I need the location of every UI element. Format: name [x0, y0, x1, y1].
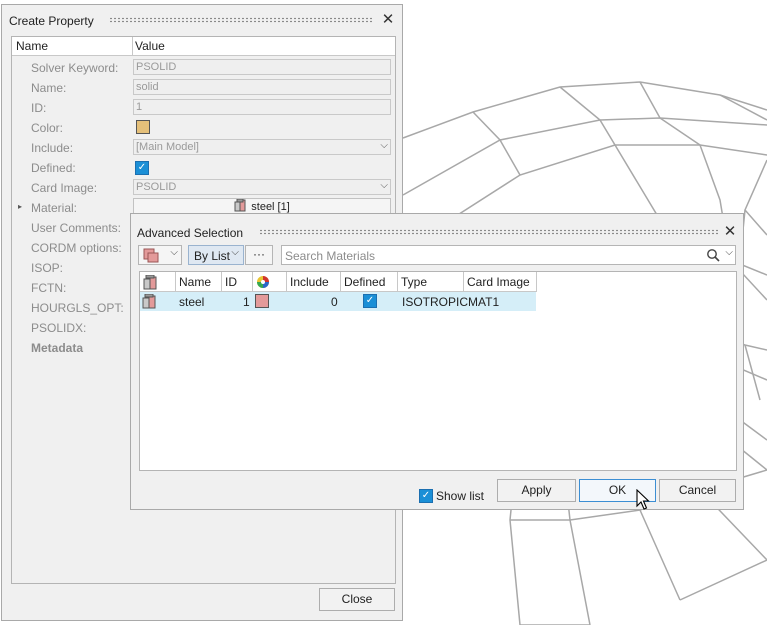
card-image-select[interactable]: PSOLID ⌵ — [133, 179, 391, 195]
label-card-image: Card Image: — [31, 181, 98, 195]
cell-include: 0 — [331, 295, 338, 309]
cell-id: 1 — [243, 295, 250, 309]
label-user-comments: User Comments: — [31, 221, 122, 235]
material-value: steel [1] — [251, 201, 290, 213]
column-header-defined[interactable]: Defined — [341, 272, 398, 292]
label-name: Name: — [31, 81, 67, 95]
close-button[interactable]: Close — [319, 588, 395, 611]
column-header-name[interactable]: Name — [176, 272, 222, 292]
search-input[interactable]: Search Materials ⌵ — [281, 245, 736, 265]
label-id: ID: — [31, 101, 47, 115]
material-icon — [142, 294, 156, 309]
row-id: ID: 1 — [12, 98, 395, 118]
close-icon[interactable]: ✕ — [723, 224, 737, 239]
row-name: Name: solid — [12, 78, 395, 98]
selection-mode-value: By List — [194, 249, 231, 263]
defined-checkbox[interactable]: ✓ — [135, 161, 149, 175]
material-icon — [234, 198, 246, 212]
dialog-title: Create Property — [9, 14, 94, 28]
entity-type-dropdown[interactable]: ⌵ — [138, 245, 182, 265]
material-icon — [143, 248, 159, 263]
card-image-value: PSOLID — [136, 181, 177, 193]
cell-color-swatch — [255, 294, 269, 308]
chevron-down-icon: ⌵ — [380, 140, 388, 151]
title-drag-grip[interactable] — [259, 229, 719, 235]
include-select[interactable]: [Main Model] ⌵ — [133, 139, 391, 155]
dialog-title: Advanced Selection — [137, 226, 244, 240]
label-solver-keyword: Solver Keyword: — [31, 61, 119, 75]
cell-name: steel — [179, 295, 205, 309]
column-header-color[interactable] — [253, 272, 287, 292]
row-solver-keyword: Solver Keyword: PSOLID — [12, 58, 395, 78]
label-fctn: FCTN: — [31, 281, 67, 295]
chevron-down-icon: ⌵ — [380, 180, 388, 191]
column-header-type[interactable]: Type — [398, 272, 464, 292]
label-defined: Defined: — [31, 161, 76, 175]
materials-table: Name ID Include Defined Type Card Image … — [139, 271, 737, 471]
label-psolidx: PSOLIDX: — [31, 321, 87, 335]
search-placeholder: Search Materials — [285, 249, 376, 263]
row-defined: Defined: ✓ — [12, 158, 395, 178]
label-metadata: Metadata — [31, 341, 84, 355]
selection-mode-dropdown[interactable]: By List ⌵ — [188, 245, 244, 265]
label-hourgls-opt: HOURGLS_OPT: — [31, 301, 124, 315]
search-icon[interactable] — [706, 248, 720, 262]
chevron-down-icon: ⌵ — [170, 247, 178, 258]
apply-button[interactable]: Apply — [497, 479, 576, 502]
show-list-label[interactable]: Show list — [436, 489, 484, 503]
column-header-icon[interactable] — [140, 272, 176, 292]
column-header-card-image[interactable]: Card Image — [464, 272, 537, 292]
label-material: Material: — [31, 201, 78, 215]
column-header-name[interactable]: Name — [16, 39, 48, 53]
show-list-checkbox[interactable]: ✓ — [419, 489, 433, 503]
title-drag-grip[interactable] — [109, 17, 374, 23]
chevron-down-icon[interactable]: ⌵ — [725, 247, 733, 258]
table-row[interactable]: steel 1 0 ✓ ISOTROPIC MAT1 — [140, 292, 536, 311]
cell-defined-checkbox[interactable]: ✓ — [363, 294, 377, 308]
include-value: [Main Model] — [136, 141, 199, 153]
advanced-selection-dialog: Advanced Selection ✕ ⌵ By List ⌵ ··· Sea… — [130, 213, 744, 510]
label-include: Include: — [31, 141, 74, 155]
close-icon[interactable]: ✕ — [381, 12, 395, 27]
mouse-cursor-icon — [636, 489, 650, 510]
label-isop: ISOP: — [31, 261, 64, 275]
chevron-down-icon: ⌵ — [231, 247, 239, 258]
color-swatch[interactable] — [136, 120, 150, 134]
column-header-include[interactable]: Include — [287, 272, 341, 292]
solver-keyword-field: PSOLID — [133, 59, 391, 75]
color-wheel-icon — [257, 276, 269, 288]
label-color: Color: — [31, 121, 64, 135]
more-options-button[interactable]: ··· — [245, 245, 273, 265]
expand-arrow-icon[interactable]: ▸ — [18, 202, 22, 211]
id-field[interactable]: 1 — [133, 99, 391, 115]
name-field[interactable]: solid — [133, 79, 391, 95]
cell-card-image: MAT1 — [468, 295, 500, 309]
column-header-id[interactable]: ID — [222, 272, 253, 292]
cancel-button[interactable]: Cancel — [659, 479, 736, 502]
column-header-value[interactable]: Value — [135, 39, 165, 53]
row-color: Color: — [12, 118, 395, 138]
grid-header: Name Value — [12, 37, 395, 56]
label-cordm-options: CORDM options: — [31, 241, 122, 255]
cell-type: ISOTROPIC — [402, 295, 469, 309]
row-card-image: Card Image: PSOLID ⌵ — [12, 178, 395, 198]
entity-icon — [143, 274, 157, 290]
row-include: Include: [Main Model] ⌵ — [12, 138, 395, 158]
